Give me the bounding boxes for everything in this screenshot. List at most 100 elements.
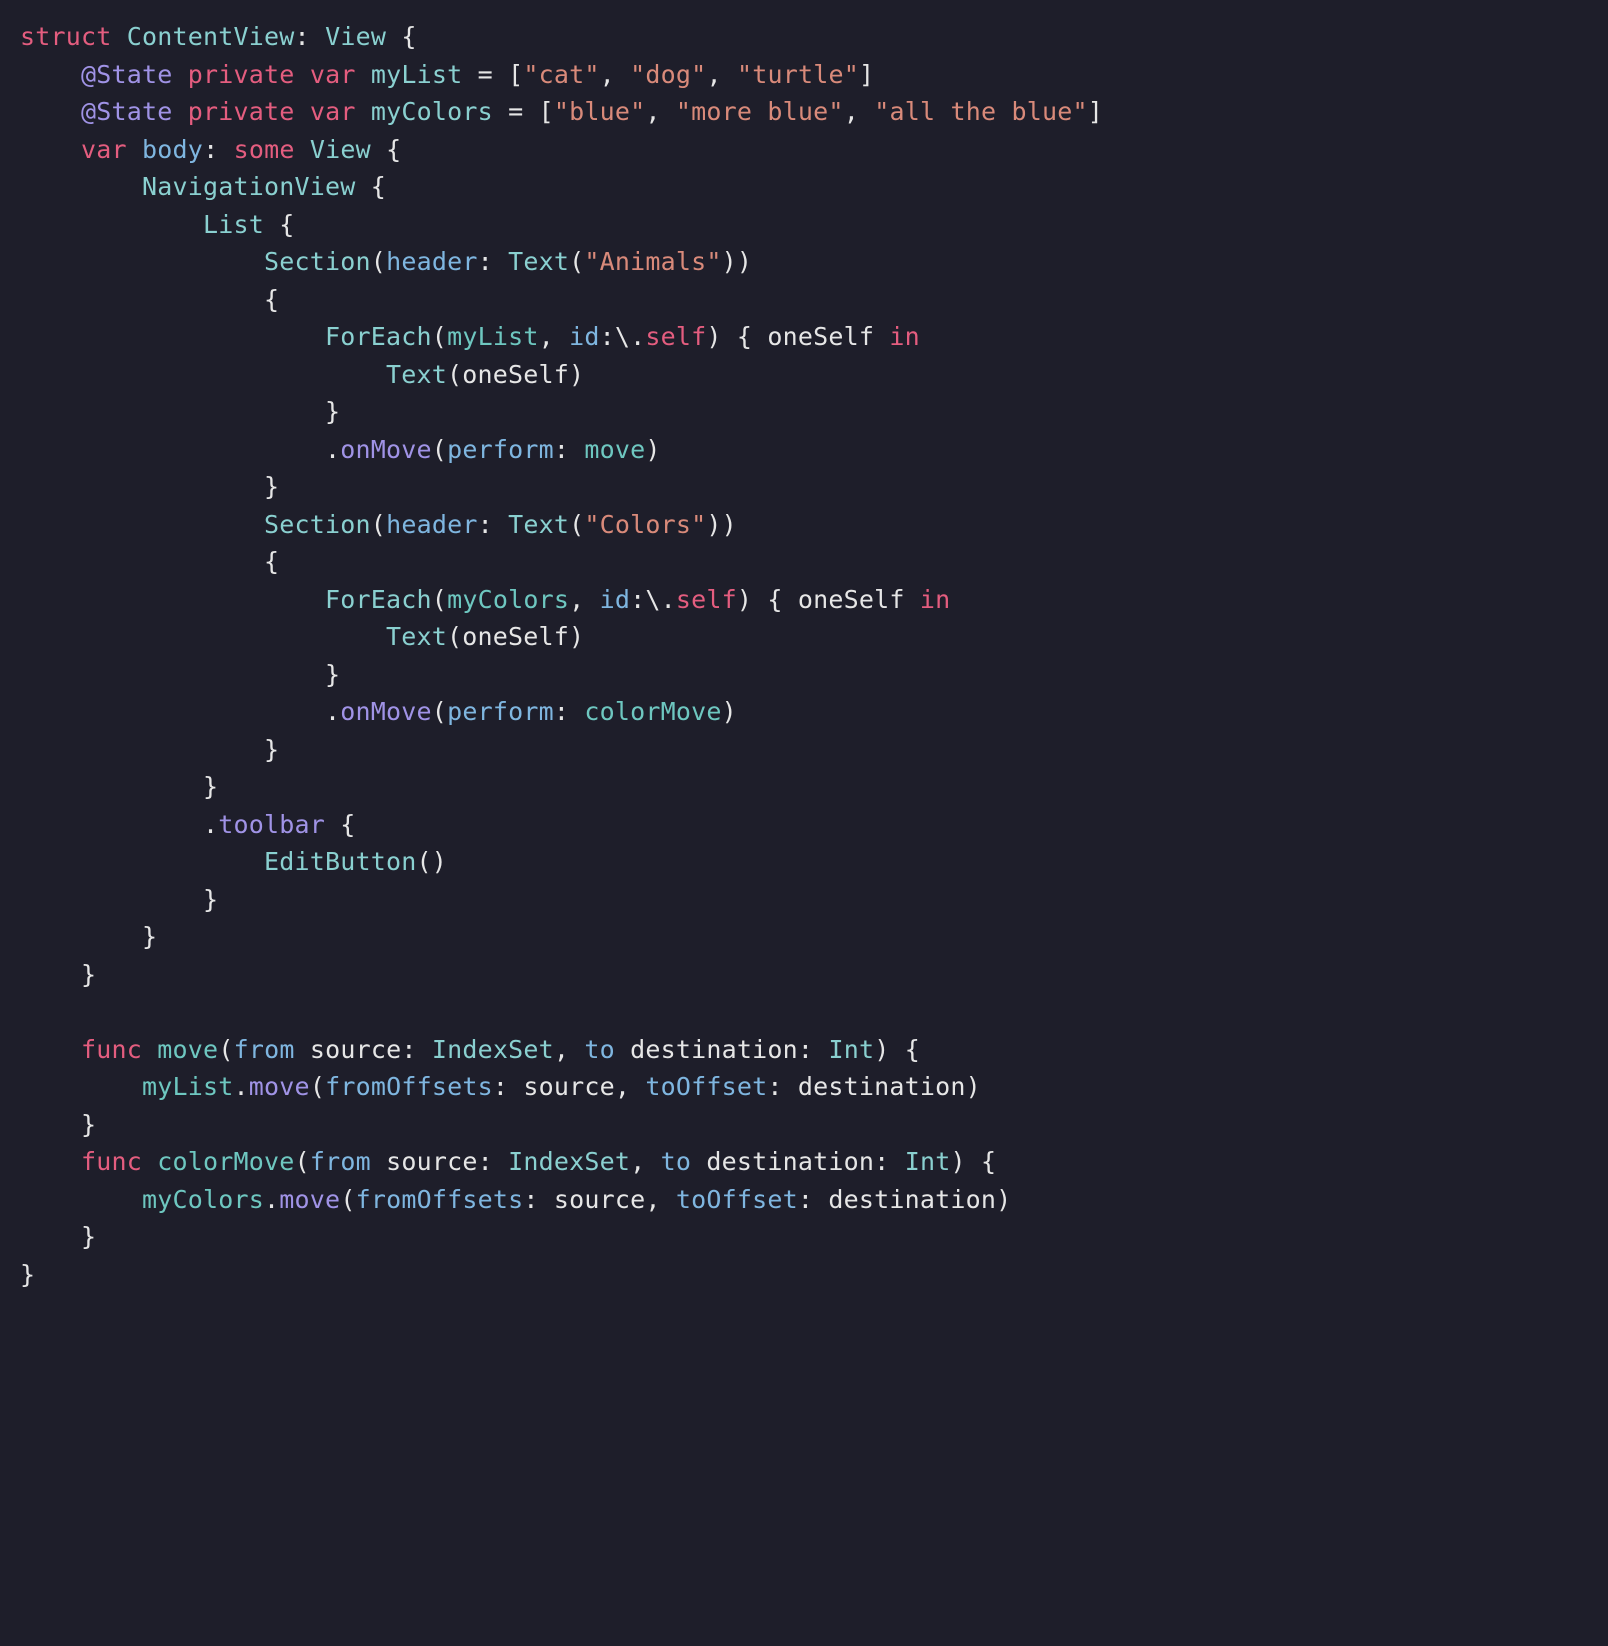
token-str: "turtle" [737, 60, 859, 89]
token-type: Int [905, 1147, 951, 1176]
token-type: EditButton [264, 847, 417, 876]
code-block: struct ContentView: View { @State privat… [20, 22, 1103, 1289]
token-plain: ( [295, 1147, 310, 1176]
token-plain: { [264, 210, 295, 239]
token-plain: } [20, 397, 340, 426]
token-plain [173, 97, 188, 126]
token-plain: , [600, 60, 631, 89]
token-plain: , [539, 322, 570, 351]
token-teal: myColors [142, 1185, 264, 1214]
token-plain [356, 97, 371, 126]
code-line: } [20, 660, 340, 689]
code-line: var body: some View { [20, 135, 401, 164]
token-plain: { [356, 172, 387, 201]
token-type: NavigationView [142, 172, 356, 201]
token-param: toOffset [676, 1185, 798, 1214]
token-plain [20, 135, 81, 164]
token-str: "blue" [554, 97, 646, 126]
token-plain: : [478, 247, 509, 276]
token-plain: )) [722, 247, 753, 276]
token-plain: } [20, 960, 96, 989]
token-plain [20, 97, 81, 126]
token-prop: @State [81, 60, 173, 89]
token-type: Int [828, 1035, 874, 1064]
token-plain: : source, [493, 1072, 646, 1101]
token-plain: destination: [691, 1147, 905, 1176]
token-param: id [569, 322, 600, 351]
token-type: IndexSet [508, 1147, 630, 1176]
code-line: } [20, 1222, 96, 1251]
token-plain: } [20, 1260, 35, 1289]
token-plain: = [ [493, 97, 554, 126]
token-kw: private [188, 60, 295, 89]
token-plain: , [630, 1147, 661, 1176]
token-param: toOffset [645, 1072, 767, 1101]
token-plain: = [ [462, 60, 523, 89]
code-line: .onMove(perform: move) [20, 435, 661, 464]
token-plain: } [20, 1222, 96, 1251]
code-line: NavigationView { [20, 172, 386, 201]
token-plain [142, 1147, 157, 1176]
token-plain [20, 585, 325, 614]
token-plain: { [371, 135, 402, 164]
token-plain [20, 847, 264, 876]
token-plain [295, 135, 310, 164]
token-plain: . [20, 697, 340, 726]
code-line: ForEach(myList, id:\.self) { oneSelf in [20, 322, 920, 351]
code-line: func move(from source: IndexSet, to dest… [20, 1035, 920, 1064]
token-plain [173, 60, 188, 89]
token-call: onMove [340, 697, 432, 726]
code-line: } [20, 772, 218, 801]
token-plain [112, 22, 127, 51]
token-plain: } [20, 660, 340, 689]
code-line: Text(oneSelf) [20, 622, 584, 651]
token-plain: . [20, 435, 340, 464]
token-kw: self [645, 322, 706, 351]
token-kw: struct [20, 22, 112, 51]
token-plain: )) [706, 510, 737, 539]
token-plain [20, 210, 203, 239]
token-kw: var [310, 60, 356, 89]
token-plain: ) { [950, 1147, 996, 1176]
token-plain: : destination) [798, 1185, 1012, 1214]
token-param: header [386, 510, 478, 539]
token-plain: ( [310, 1072, 325, 1101]
token-plain: : [554, 435, 585, 464]
token-plain: ( [569, 247, 584, 276]
code-line: } [20, 960, 96, 989]
token-plain: , [645, 97, 676, 126]
token-type: List [203, 210, 264, 239]
code-line: } [20, 885, 218, 914]
token-type: ContentView [127, 22, 295, 51]
token-type: Section [264, 510, 371, 539]
code-line: } [20, 735, 279, 764]
token-plain: :\. [630, 585, 676, 614]
code-line: { [20, 547, 279, 576]
token-type: Text [508, 247, 569, 276]
token-plain: } [20, 922, 157, 951]
token-type: ForEach [325, 585, 432, 614]
token-plain: ( [371, 247, 386, 276]
token-plain: source: [371, 1147, 508, 1176]
token-plain: , [706, 60, 737, 89]
code-line: myList.move(fromOffsets: source, toOffse… [20, 1072, 981, 1101]
token-type: View [310, 135, 371, 164]
code-editor[interactable]: struct ContentView: View { @State privat… [0, 0, 1608, 1311]
token-plain: } [20, 885, 218, 914]
token-plain: (oneSelf) [447, 360, 584, 389]
token-teal: colorMove [584, 697, 721, 726]
token-str: "Colors" [584, 510, 706, 539]
token-plain: { [20, 547, 279, 576]
token-plain: ) [722, 697, 737, 726]
token-plain: . [264, 1185, 279, 1214]
token-kw: func [81, 1035, 142, 1064]
token-type: myList [371, 60, 463, 89]
token-type: IndexSet [432, 1035, 554, 1064]
code-line: EditButton() [20, 847, 447, 876]
token-type: View [325, 22, 386, 51]
token-str: "cat" [523, 60, 599, 89]
token-plain: : source, [523, 1185, 676, 1214]
token-plain: ) [645, 435, 660, 464]
token-kw: in [920, 585, 951, 614]
token-plain: ) { [874, 1035, 920, 1064]
